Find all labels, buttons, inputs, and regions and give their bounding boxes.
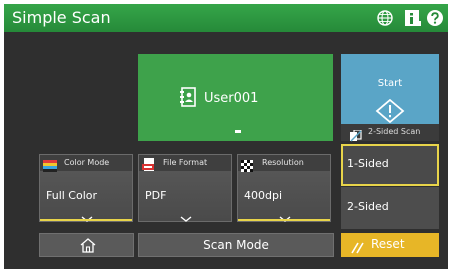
home-icon bbox=[80, 238, 96, 257]
one-sided-option[interactable]: 1-Sided bbox=[341, 144, 439, 186]
color-mode-value: Full Color bbox=[46, 189, 98, 202]
color-mode-label: Color Mode bbox=[64, 158, 110, 167]
pdf-file-icon bbox=[142, 157, 154, 171]
device-frame: Simple Scan User001 Start 2-Sided Scan C… bbox=[0, 0, 452, 273]
resolution-selected-bar bbox=[238, 219, 330, 221]
user-card[interactable]: User001 bbox=[138, 54, 333, 141]
two-sided-scan-indicator: 2-Sided Scan bbox=[341, 124, 439, 142]
scan-mode-label: Scan Mode bbox=[203, 238, 269, 252]
start-button[interactable]: Start bbox=[341, 54, 439, 124]
globe-icon[interactable] bbox=[376, 9, 394, 27]
help-icon[interactable] bbox=[426, 9, 444, 27]
info-icon[interactable] bbox=[404, 9, 422, 27]
reset-label: Reset bbox=[371, 237, 405, 251]
file-format-label: File Format bbox=[163, 158, 208, 167]
scan-mode-button[interactable]: Scan Mode bbox=[138, 233, 334, 257]
app-title: Simple Scan bbox=[12, 8, 111, 27]
resolution-value: 400dpi bbox=[244, 189, 283, 202]
resolution-tile[interactable]: Resolution 400dpi bbox=[237, 154, 331, 222]
two-sided-label: 2-Sided bbox=[347, 200, 389, 213]
start-diamond-icon bbox=[375, 98, 405, 127]
two-sided-option[interactable]: 2-Sided bbox=[341, 187, 439, 229]
reset-button[interactable]: Reset bbox=[341, 233, 439, 257]
resolution-header: Resolution bbox=[238, 155, 330, 172]
file-format-header: File Format bbox=[139, 155, 231, 171]
file-format-value: PDF bbox=[145, 189, 167, 202]
resolution-icon bbox=[241, 157, 253, 172]
one-sided-label: 1-Sided bbox=[347, 157, 389, 170]
address-book-icon bbox=[180, 87, 196, 111]
resolution-label: Resolution bbox=[262, 158, 304, 167]
eraser-icon bbox=[350, 239, 364, 258]
file-format-tile[interactable]: File Format PDF bbox=[138, 154, 232, 222]
color-mode-tile[interactable]: Color Mode Full Color bbox=[39, 154, 133, 222]
two-sided-scan-label: 2-Sided Scan bbox=[368, 127, 421, 136]
page-indicator bbox=[235, 130, 241, 133]
start-label: Start bbox=[377, 78, 403, 89]
color-mode-selected-bar bbox=[40, 219, 132, 221]
home-button[interactable] bbox=[39, 233, 134, 257]
color-mode-header: Color Mode bbox=[40, 155, 132, 172]
chevron-down-icon bbox=[278, 208, 292, 222]
title-bar: Simple Scan bbox=[4, 4, 448, 32]
chevron-down-icon bbox=[179, 208, 193, 222]
chevron-down-icon bbox=[80, 208, 94, 222]
color-mode-icon bbox=[43, 157, 57, 172]
scan-screen: Simple Scan User001 Start 2-Sided Scan C… bbox=[4, 4, 448, 269]
user-name: User001 bbox=[204, 91, 259, 106]
